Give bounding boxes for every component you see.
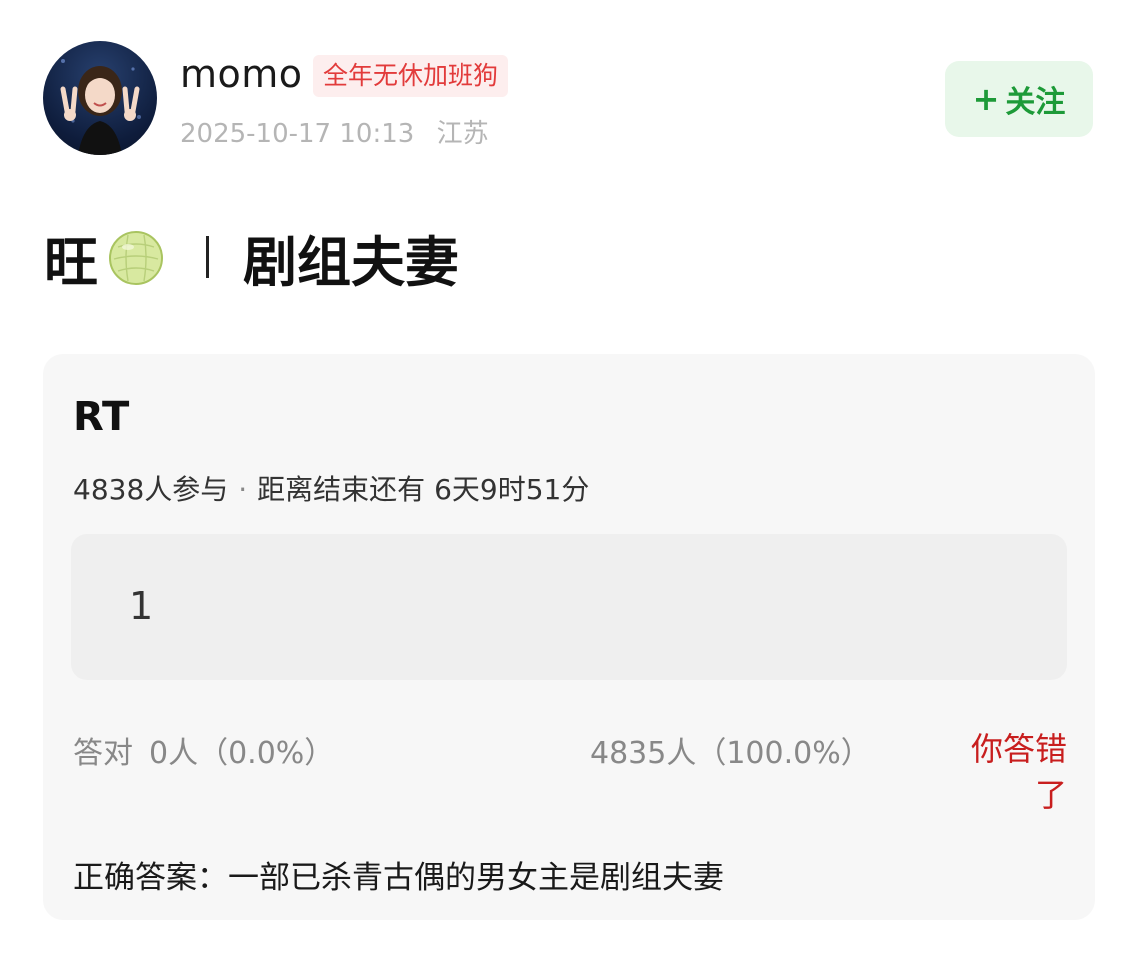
correct-label: 答对 bbox=[73, 736, 133, 771]
deadline-countdown: 距离结束还有 6天9时51分 bbox=[257, 473, 590, 506]
post-title: 旺 剧组夫妻 bbox=[44, 222, 459, 294]
quiz-question: RT bbox=[73, 394, 130, 440]
post-timestamp: 2025-10-17 10:13 bbox=[180, 119, 415, 149]
correct-answer: 正确答案：一部已杀青古偶的男女主是剧组夫妻 bbox=[73, 860, 724, 896]
quiz-stats: 4838人参与 · 距离结束还有 6天9时51分 bbox=[73, 468, 589, 508]
quiz-card: RT 4838人参与 · 距离结束还有 6天9时51分 1 答对 0人（0.0%） 4… bbox=[43, 354, 1095, 920]
title-divider bbox=[206, 236, 209, 278]
wrong-stat: 4835人（100.0%） bbox=[590, 736, 871, 771]
quiz-result: 你答错了 bbox=[970, 730, 1067, 814]
user-title-badge: 全年无休加班狗 bbox=[313, 55, 509, 97]
melon-icon bbox=[109, 231, 163, 285]
quiz-option[interactable]: 1 bbox=[71, 534, 1067, 680]
follow-button-label: 关注 bbox=[1005, 85, 1066, 120]
correct-count: 0人（0.0%） bbox=[149, 736, 335, 771]
username[interactable]: momo bbox=[180, 52, 303, 96]
plus-icon: + bbox=[972, 80, 1000, 118]
post-title-main: 剧组夫妻 bbox=[243, 230, 459, 294]
avatar[interactable] bbox=[43, 41, 157, 155]
follow-button[interactable]: + 关注 bbox=[945, 61, 1093, 137]
post-location: 江苏 bbox=[436, 119, 489, 149]
quiz-option-label: 1 bbox=[129, 584, 154, 628]
avatar-image bbox=[60, 59, 141, 155]
post-title-prefix: 旺 bbox=[44, 230, 98, 294]
participants-count: 4838人参与 bbox=[73, 473, 229, 506]
correct-stat: 答对 0人（0.0%） bbox=[73, 728, 334, 772]
post-meta: 2025-10-17 10:13 江苏 bbox=[180, 113, 489, 150]
stats-separator: · bbox=[238, 473, 248, 506]
